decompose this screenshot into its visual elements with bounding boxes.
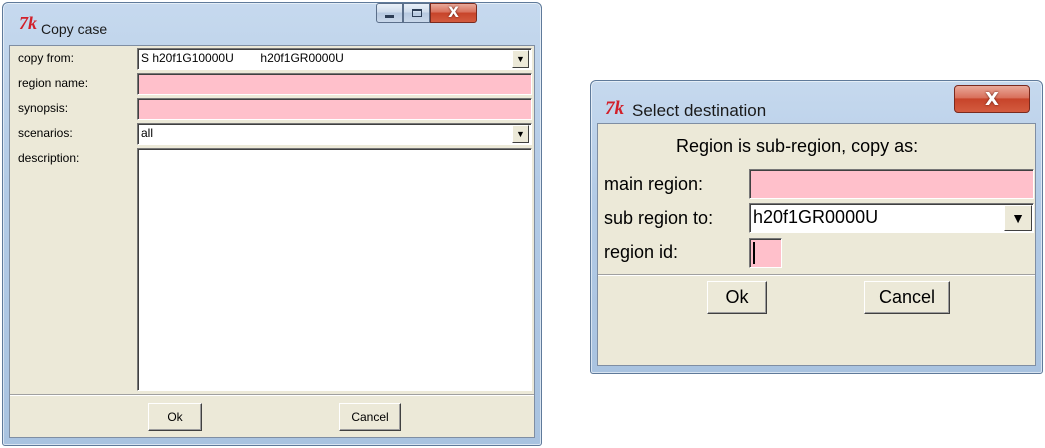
minimize-icon <box>385 14 394 18</box>
copy-case-titlebar[interactable]: 7k Copy case X <box>3 3 541 43</box>
sub-region-dropdown-button[interactable]: ▼ <box>1004 205 1032 231</box>
chevron-down-icon: ▼ <box>516 129 525 139</box>
region-name-label: region name: <box>18 76 89 90</box>
window-title: Select destination <box>632 101 767 120</box>
select-destination-titlebar[interactable]: 7k Select destination X <box>591 81 1042 121</box>
select-destination-window: 7k Select destination X Region is sub-re… <box>590 80 1043 374</box>
chevron-down-icon: ▼ <box>516 54 525 64</box>
copy-from-label: copy from: <box>18 51 75 65</box>
copy-from-dropdown-button[interactable]: ▼ <box>512 50 529 68</box>
ok-button[interactable]: Ok <box>707 281 767 314</box>
sub-region-select[interactable]: h20f1GR0000U <box>749 203 1034 233</box>
button-separator <box>10 394 534 396</box>
scenarios-dropdown-button[interactable]: ▼ <box>512 125 529 143</box>
synopsis-label: synopsis: <box>18 101 69 115</box>
cancel-button[interactable]: Cancel <box>339 403 401 431</box>
description-textarea[interactable] <box>137 148 532 391</box>
text-cursor <box>753 242 755 264</box>
copy-case-window: 7k Copy case X copy from: S h20f1G10000U… <box>2 2 542 446</box>
scenarios-label: scenarios: <box>18 126 73 140</box>
copy-from-select[interactable]: S h20f1G10000U h20f1GR0000U <box>137 48 532 70</box>
window-title: Copy case <box>41 21 108 37</box>
description-label: description: <box>18 151 80 165</box>
dialog-heading: Region is sub-region, copy as: <box>676 136 919 156</box>
cancel-button[interactable]: Cancel <box>864 281 950 314</box>
minimize-button[interactable] <box>376 3 403 23</box>
sub-region-label: sub region to: <box>604 208 714 228</box>
scenarios-select[interactable]: all <box>137 123 532 145</box>
chevron-down-icon: ▼ <box>1011 210 1025 226</box>
tk-icon: 7k <box>605 98 624 119</box>
main-region-input[interactable] <box>749 169 1034 199</box>
select-destination-client: Region is sub-region, copy as: main regi… <box>597 123 1036 366</box>
region-id-label: region id: <box>604 242 679 262</box>
close-button[interactable]: X <box>430 3 477 23</box>
close-button[interactable]: X <box>954 85 1030 113</box>
tk-icon: 7k <box>19 13 37 33</box>
copy-case-client: copy from: S h20f1G10000U h20f1GR0000U ▼… <box>9 45 535 438</box>
close-icon: X <box>985 88 999 110</box>
maximize-icon <box>411 9 422 17</box>
main-region-label: main region: <box>604 174 704 194</box>
close-icon: X <box>448 5 459 21</box>
region-name-input[interactable] <box>137 73 532 95</box>
maximize-button[interactable] <box>403 3 430 23</box>
ok-button[interactable]: Ok <box>148 403 202 431</box>
button-separator <box>598 274 1035 276</box>
synopsis-input[interactable] <box>137 98 532 120</box>
